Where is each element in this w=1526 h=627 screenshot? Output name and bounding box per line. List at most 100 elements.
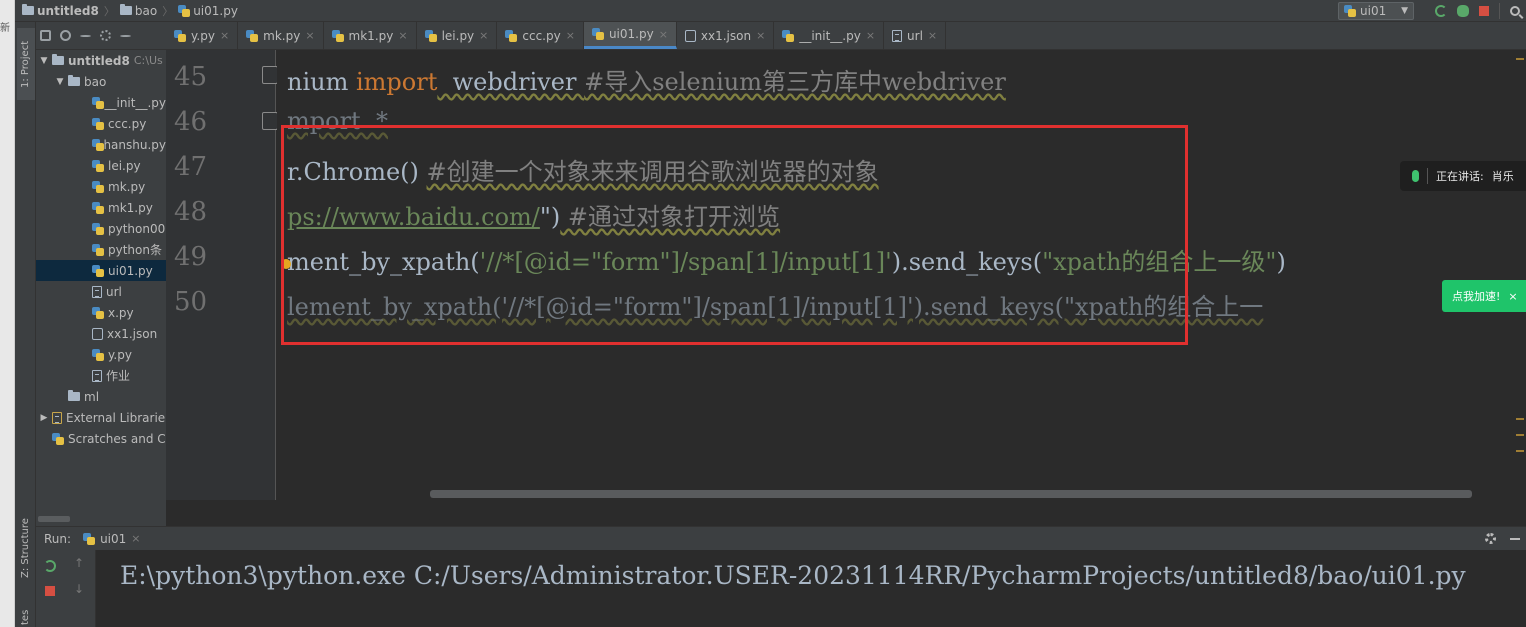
tree-item[interactable]: hanshu.py [36,134,166,155]
arrow-down-icon[interactable]: ↓ [74,582,84,596]
editor-tab[interactable]: url × [884,22,947,49]
python-file-icon [92,159,104,172]
close-icon[interactable]: × [305,29,314,42]
tree-item[interactable]: y.py [36,344,166,365]
python-file-icon [424,29,437,42]
tree-item[interactable]: ml [36,386,166,407]
code-url[interactable]: ps://www.baidu.com/ [287,203,540,231]
python-file-icon [92,306,104,319]
tree-item-label: hanshu.py [103,137,166,152]
speed-up-button[interactable]: 点我加速! × [1442,280,1526,312]
close-icon[interactable]: × [866,29,875,42]
tree-item[interactable]: ▶ External Librarie [36,407,166,428]
rerun-icon[interactable] [44,560,56,572]
collapse-all-icon[interactable] [80,34,91,37]
tree-item[interactable]: x.py [36,302,166,323]
tree-item[interactable]: Scratches and C [36,428,166,449]
editor-tab[interactable]: xx1.json × [677,22,775,49]
gear-icon[interactable] [1485,533,1496,544]
breadcrumb-file[interactable]: ui01.py [175,4,241,18]
close-icon[interactable]: × [479,29,488,42]
run-panel-label: Run: [44,531,72,546]
tree-item[interactable]: mk1.py [36,197,166,218]
tree-item[interactable]: ▼ bao [36,71,166,92]
code-token: r.Chrome() [287,158,427,186]
tree-item-label: mk1.py [108,200,153,215]
line-number: 45 [174,62,208,92]
close-icon[interactable]: × [220,29,229,42]
project-tool-tab[interactable]: 1: Project [20,41,31,88]
arrow-up-icon[interactable]: ↑ [74,556,84,570]
close-icon[interactable]: × [398,29,407,42]
editor-tab[interactable]: y.py × [166,22,239,49]
tree-item[interactable]: python条 [36,239,166,260]
tree-item-label: untitled8 [68,53,130,68]
rerun-icon[interactable] [1435,5,1447,17]
tree-item[interactable]: 作业 [36,365,166,386]
project-view-icon[interactable] [40,30,51,41]
toolbar-divider [1499,3,1500,19]
fold-marker-icon[interactable] [262,112,278,130]
minimize-icon[interactable] [1510,538,1520,540]
stop-icon[interactable] [45,586,55,596]
close-icon[interactable]: × [566,29,575,42]
close-icon[interactable]: × [131,532,140,545]
editor-tab[interactable]: lei.py × [417,22,498,49]
lightbulb-icon[interactable] [281,259,291,269]
close-icon[interactable]: × [756,29,765,42]
json-file-icon [684,29,696,42]
tree-item-label: python条 [108,243,162,257]
close-icon[interactable]: × [1508,290,1517,303]
editor-tab[interactable]: ccc.py × [497,22,584,49]
chevron-down-icon[interactable]: ▼ [40,56,48,66]
tree-item[interactable]: xx1.json [36,323,166,344]
breadcrumb-project[interactable]: untitled8 [19,4,102,18]
tree-item[interactable]: __init__.py [36,92,166,113]
run-panel-actions: ↑ ↓ [36,550,96,627]
locate-file-icon[interactable] [60,30,71,41]
error-stripe-mark[interactable] [1516,434,1524,436]
code-token: ment_by_xpath( [287,248,480,276]
folder-icon [52,54,64,65]
error-stripe-mark[interactable] [1516,418,1524,420]
close-icon[interactable]: × [928,29,937,42]
editor-tab[interactable]: __init__.py × [774,22,885,49]
tree-item[interactable]: ccc.py [36,113,166,134]
stop-icon[interactable] [1479,6,1489,16]
tree-item[interactable]: lei.py [36,155,166,176]
tree-item[interactable]: python00 [36,218,166,239]
run-configuration-select[interactable]: ui01 ▼ [1338,2,1414,20]
tree-item[interactable]: mk.py [36,176,166,197]
tree-item[interactable]: ui01.py [36,260,166,281]
search-icon[interactable] [1510,6,1520,16]
hide-panel-icon[interactable] [120,34,131,37]
close-icon[interactable]: × [659,28,668,41]
structure-tool-tab[interactable]: Z: Structure [20,518,31,578]
editor-tab[interactable]: ui01.py × [583,22,677,49]
editor-tab[interactable]: mk1.py × [324,22,417,49]
favorites-tool-tab[interactable]: tes [20,610,31,625]
error-stripe-mark[interactable] [1516,450,1524,452]
error-stripe [1516,54,1524,494]
fold-marker-icon[interactable] [262,66,278,84]
chevron-down-icon[interactable]: ▼ [56,77,64,87]
tree-item[interactable]: url [36,281,166,302]
project-horizontal-scrollbar[interactable] [38,516,70,522]
gear-icon[interactable] [100,30,111,41]
tree-item-label: lei.py [108,158,141,173]
editor-tab[interactable]: mk.py × [238,22,324,49]
error-stripe-mark[interactable] [1516,58,1524,60]
tree-item-label: ml [84,389,100,404]
code-editor[interactable]: nium import webdriver #导入selenium第三方库中we… [277,50,1526,500]
editor-horizontal-scrollbar[interactable] [430,490,1472,498]
debug-icon[interactable] [1457,5,1469,17]
code-line-50: lement_by_xpath('//*[@id="form"]/span[1]… [287,287,1263,322]
breadcrumb-folder[interactable]: bao [117,4,160,18]
tree-item[interactable]: ▼ untitled8 C:\Us [36,50,166,71]
run-tab[interactable]: ui01 × [83,532,141,546]
chevron-right-icon[interactable]: ▶ [40,413,48,423]
python-file-icon [92,96,105,109]
run-console[interactable]: E:\python3\python.exe C:/Users/Administr… [96,550,1526,627]
folder-icon [68,75,80,86]
title-bar: untitled8 〉 bao 〉 ui01.py ui01 ▼ [15,0,1526,22]
